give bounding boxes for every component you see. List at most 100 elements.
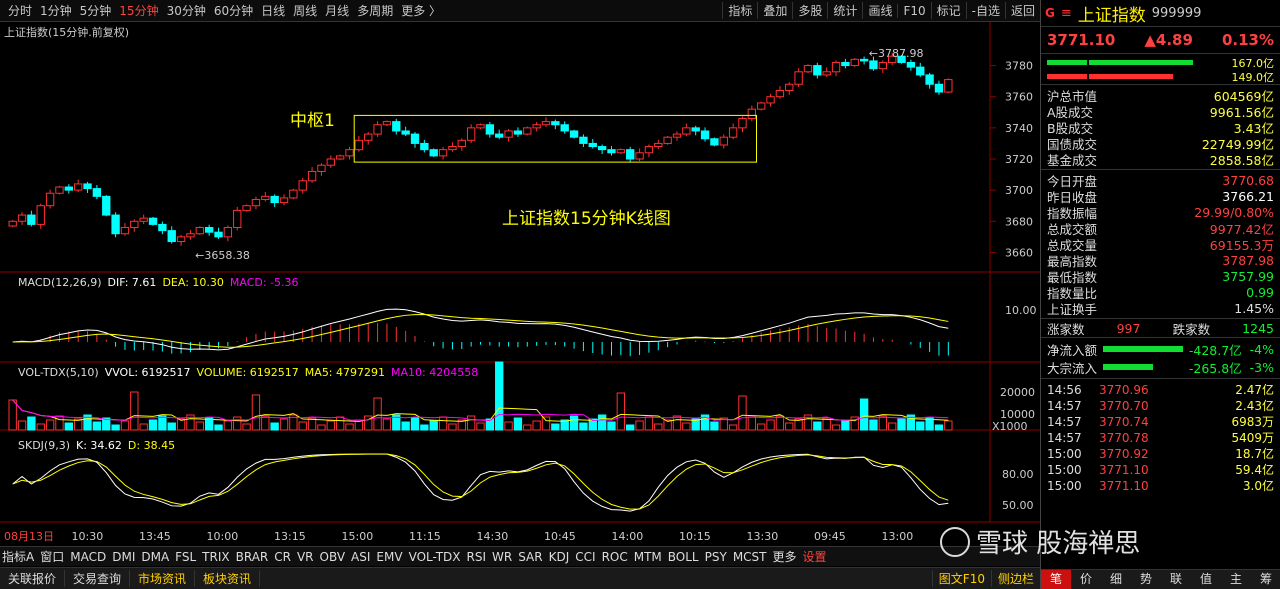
indicator-tab-23[interactable]: MCST [733,550,767,564]
status-item-trade[interactable]: 交易查询 [65,570,131,587]
quote-tab-6[interactable]: 主 [1221,570,1251,589]
menu-icon[interactable]: ≡ [1061,6,1072,21]
tick-volume: 59.4亿 [1235,463,1274,478]
status-item-market-news[interactable]: 市场资讯 [130,570,196,587]
indicator-tab-14[interactable]: RSI [467,550,487,564]
sidebar-button[interactable]: 侧边栏 [990,570,1040,587]
chart-area[interactable]: 3780 3760 3740 3720 3700 3680 3660 ←3787.98 ←365… [0,22,1040,546]
indicator-tab-18[interactable]: CCI [575,550,595,564]
tab-timeframe-3[interactable]: 15分钟 [119,2,158,19]
candle-body [532,124,541,129]
candle-body [682,127,691,135]
tab-timeframe-9[interactable]: 多周期 [357,2,393,19]
indicator-tab-11[interactable]: ASI [351,550,370,564]
tick-volume: 6983万 [1231,415,1274,430]
toolbar-button-1[interactable]: 叠加 [757,2,792,19]
candle-body [906,61,916,68]
candle-body [345,149,354,157]
quote-tab-7[interactable]: 筹 [1251,570,1280,589]
candle-body [504,130,513,138]
quote-tab-1[interactable]: 价 [1071,570,1101,589]
volume-bar [92,421,102,431]
indicator-tab-19[interactable]: ROC [602,550,628,564]
indicator-tab-8[interactable]: CR [274,550,291,564]
indicator-tab-25[interactable]: 设置 [803,548,827,565]
tab-timeframe-2[interactable]: 5分钟 [80,2,112,19]
volume-bar [167,422,176,431]
toolbar-button-7[interactable]: -自选 [965,2,1005,19]
toolbar-button-4[interactable]: 画线 [862,2,897,19]
quote-tab-3[interactable]: 势 [1131,570,1161,589]
candle-body [541,121,551,126]
status-item-sector-news[interactable]: 板块资讯 [195,570,261,587]
candle-body [841,61,850,67]
quote-panel: G ≡ 上证指数 999999 3771.10 ▲4.89 0.13% 167.… [1040,0,1280,589]
toolbar-button-5[interactable]: F10 [897,3,930,18]
tab-timeframe-8[interactable]: 月线 [325,2,349,19]
volume-bar [279,418,289,431]
time-axis-label: 10:30 [72,530,104,543]
indicator-tab-6[interactable]: TRIX [202,550,229,564]
y-tick-label: 3780 [1005,60,1033,73]
candle-body [83,183,92,190]
candle-body [364,133,373,141]
indicator-tab-22[interactable]: PSY [705,550,727,564]
time-axis-label: 11:15 [409,530,441,543]
tab-timeframe-6[interactable]: 日线 [261,2,285,19]
volume-bar [878,415,888,431]
volume-bar [17,420,27,431]
toolbar-button-8[interactable]: 返回 [1004,2,1040,19]
indicator-tab-9[interactable]: VR [297,550,314,564]
indicator-tab-17[interactable]: KDJ [549,550,570,564]
volume-bar [775,415,785,431]
tick-time: 15:00 [1047,478,1082,493]
tab-timeframe-7[interactable]: 周线 [293,2,317,19]
indicator-tab-5[interactable]: FSL [175,550,196,564]
y-tick-label: 3720 [1005,153,1033,166]
candle-body [878,61,888,70]
tab-timeframe-4[interactable]: 30分钟 [167,2,206,19]
indicator-tab-15[interactable]: WR [492,550,512,564]
y-tick-label: 3740 [1005,122,1033,135]
quote-tab-4[interactable]: 联 [1161,570,1191,589]
indicator-tab-2[interactable]: MACD [70,550,106,564]
candle-body [757,102,766,110]
indicator-tab-21[interactable]: BOLL [668,550,699,564]
toolbar-button-6[interactable]: 标记 [930,2,966,19]
indicator-tab-10[interactable]: OBV [320,550,346,564]
volume-bar [551,423,560,431]
quote-tab-5[interactable]: 值 [1191,570,1221,589]
tab-timeframe-0[interactable]: 分时 [8,2,32,19]
indicator-tab-13[interactable]: VOL-TDX [409,550,461,564]
stat-value: 3757.99 [1222,268,1274,284]
indicator-tab-1[interactable]: 窗口 [40,548,64,565]
indicator-tab-4[interactable]: DMA [141,550,169,564]
volume-bar [345,423,354,431]
indicator-tab-7[interactable]: BRAR [236,550,269,564]
candle-body [307,170,317,182]
indicator-tab-0[interactable]: 指标A [2,548,34,565]
toolbar-button-2[interactable]: 多股 [792,2,827,19]
quote-tab-0[interactable]: 笔 [1041,570,1071,589]
indicator-tab-12[interactable]: EMV [376,550,402,564]
tab-timeframe-1[interactable]: 1分钟 [40,2,72,19]
toolbar-button-3[interactable]: 统计 [827,2,862,19]
candle-body [242,205,251,211]
candle-body [55,186,64,194]
tab-timeframe-5[interactable]: 60分钟 [214,2,253,19]
indicator-tab-3[interactable]: DMI [112,550,135,564]
toolbar-button-0[interactable]: 指标 [722,2,757,19]
tick-volume: 5409万 [1231,431,1274,446]
tab-timeframe-10[interactable]: 更多 〉 [401,2,441,19]
quote-tab-2[interactable]: 细 [1101,570,1131,589]
tick-time: 15:00 [1047,462,1082,477]
status-item-quote[interactable]: 关联报价 [0,570,66,587]
candle-body [279,197,289,204]
f10-button[interactable]: 图文F10 [931,570,991,587]
tick-list[interactable]: 14:56 3770.96 2.47亿 14:57 3770.70 2.43亿 14:57 3… [1041,379,1280,494]
indicator-tab-16[interactable]: SAR [518,550,542,564]
candle-body [457,139,466,148]
indicator-tab-20[interactable]: MTM [634,550,662,564]
y-tick-label: 3700 [1005,184,1033,197]
indicator-tab-24[interactable]: 更多 [773,548,797,565]
